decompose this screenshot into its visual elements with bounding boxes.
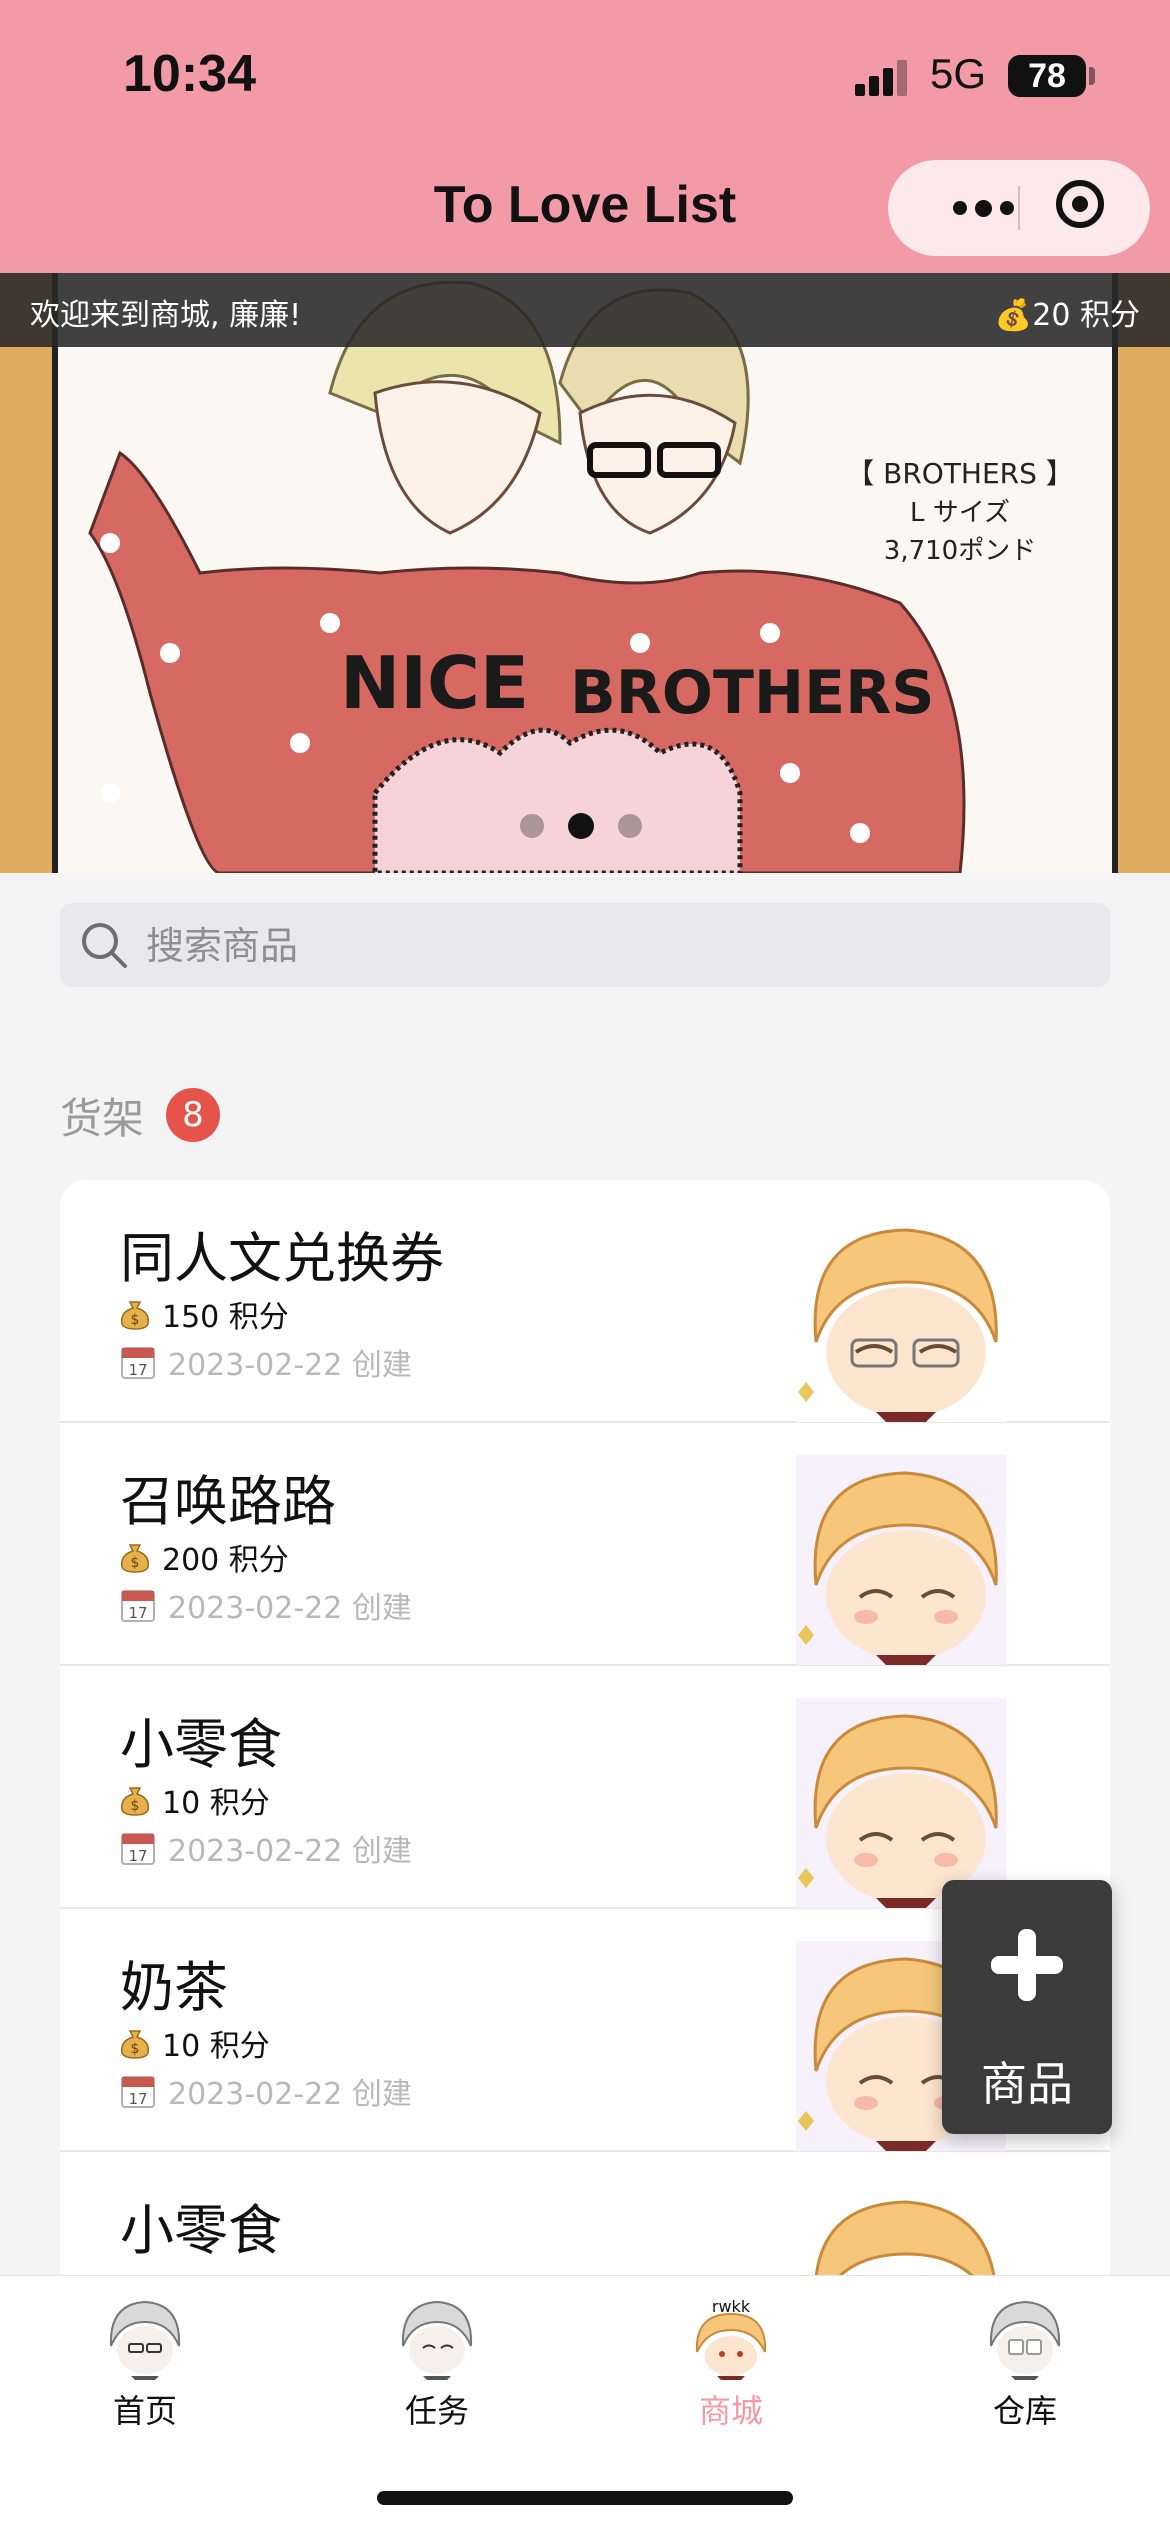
calendar-icon: 17 bbox=[121, 1590, 155, 1622]
carousel-indicator bbox=[520, 813, 642, 839]
product-name: 召唤路路 bbox=[120, 1470, 336, 1533]
banner-carousel[interactable]: NICE BROTHERS 【 BROTHERS 】 L サイズ 3,710ポン… bbox=[0, 273, 1170, 873]
shelf-count-badge: 8 bbox=[166, 1088, 220, 1142]
points-balance: 💰20 积分 bbox=[994, 298, 1140, 333]
tab-shop[interactable]: rwkk 商城 bbox=[646, 2296, 816, 2436]
add-product-button[interactable]: 商品 bbox=[942, 1880, 1112, 2134]
product-created: 17 2023-02-22 创建 bbox=[120, 1340, 412, 1384]
product-created: 17 2023-02-22 创建 bbox=[120, 1583, 412, 1627]
network-type: 5G bbox=[930, 50, 987, 97]
product-date: 2023-02-22 创建 bbox=[168, 1834, 412, 1869]
product-created: 17 2023-02-22 创建 bbox=[120, 2069, 412, 2113]
money-bag-icon: $ bbox=[120, 2030, 150, 2059]
product-name: 同人文兑换券 bbox=[120, 1227, 444, 1290]
plus-icon bbox=[991, 1929, 1063, 2001]
add-product-label: 商品 bbox=[981, 2057, 1073, 2111]
banner-text-nice: NICE bbox=[340, 641, 529, 725]
money-bag-icon: $ bbox=[120, 1787, 150, 1816]
miniprogram-capsule bbox=[888, 160, 1150, 256]
tab-tasks-label: 任务 bbox=[404, 2392, 469, 2430]
product-name: 小零食 bbox=[120, 2199, 282, 2262]
welcome-strip: 欢迎来到商城, 廉廉! 💰20 积分 bbox=[0, 273, 1170, 347]
search-icon bbox=[82, 923, 127, 968]
calendar-icon: 17 bbox=[121, 1347, 155, 1379]
svg-text:17: 17 bbox=[128, 1361, 147, 1379]
capsule-divider bbox=[1018, 186, 1020, 230]
product-item[interactable]: 召唤路路 $ 200 积分 17 2023-02-22 创建 bbox=[60, 1423, 1110, 1666]
battery-tip bbox=[1089, 67, 1095, 85]
carousel-dot[interactable] bbox=[618, 814, 642, 838]
tab-home-label: 首页 bbox=[112, 2392, 177, 2430]
banner-caption-2: L サイズ bbox=[910, 498, 1010, 528]
battery-icon: 78 bbox=[1008, 55, 1086, 97]
product-created: 17 2023-02-22 创建 bbox=[120, 1826, 412, 1870]
carousel-dot-active[interactable] bbox=[568, 813, 594, 839]
home-avatar-icon bbox=[109, 2300, 181, 2380]
calendar-icon: 17 bbox=[121, 2076, 155, 2108]
product-price: $ 10 积分 bbox=[120, 2021, 270, 2065]
product-item[interactable]: 小零食 $ 10 积分 17 2023-02-22 创建 bbox=[60, 1666, 1110, 1909]
product-thumbnail bbox=[796, 2184, 1006, 2280]
product-thumbnail bbox=[796, 1698, 1006, 1908]
signal-icon bbox=[855, 60, 907, 96]
shop-avatar-icon: rwkk bbox=[695, 2297, 767, 2380]
product-points: 150 积分 bbox=[162, 1300, 289, 1335]
product-name: 奶茶 bbox=[120, 1956, 228, 2019]
warehouse-avatar-icon bbox=[989, 2300, 1061, 2380]
svg-text:$: $ bbox=[131, 1555, 140, 1571]
svg-text:17: 17 bbox=[128, 2090, 147, 2108]
tab-home[interactable]: 首页 bbox=[60, 2296, 230, 2436]
banner-caption-3: 3,710ポンド bbox=[884, 536, 1036, 566]
svg-text:$: $ bbox=[131, 1312, 140, 1328]
product-points: 200 积分 bbox=[162, 1543, 289, 1578]
product-thumbnail bbox=[796, 1212, 1006, 1422]
product-points: 10 积分 bbox=[162, 2029, 270, 2064]
tab-shop-label: 商城 bbox=[698, 2392, 763, 2430]
svg-text:17: 17 bbox=[128, 1604, 147, 1622]
product-date: 2023-02-22 创建 bbox=[168, 2077, 412, 2112]
carousel-dot[interactable] bbox=[520, 814, 544, 838]
tab-bar: 首页 任务 rwkk 商城 仓库 bbox=[0, 2275, 1170, 2533]
svg-text:$: $ bbox=[131, 2041, 140, 2057]
money-bag-icon: $ bbox=[120, 1544, 150, 1573]
svg-text:$: $ bbox=[131, 1798, 140, 1814]
money-bag-icon: $ bbox=[120, 1301, 150, 1330]
shelf-title: 货架 bbox=[60, 1094, 145, 1143]
calendar-icon: 17 bbox=[121, 1833, 155, 1865]
product-item[interactable]: 小零食 bbox=[60, 2152, 1110, 2280]
tab-tasks[interactable]: 任务 bbox=[352, 2296, 522, 2436]
product-date: 2023-02-22 创建 bbox=[168, 1591, 412, 1626]
welcome-message: 欢迎来到商城, 廉廉! bbox=[30, 298, 302, 333]
product-thumbnail bbox=[796, 1455, 1006, 1665]
close-target-icon[interactable] bbox=[1056, 180, 1104, 228]
more-menu-button[interactable] bbox=[928, 160, 1038, 256]
task-avatar-icon bbox=[401, 2300, 473, 2380]
status-time: 10:34 bbox=[123, 45, 256, 103]
product-item[interactable]: 同人文兑换券 $ 150 积分 17 2023-02-22 创建 bbox=[60, 1180, 1110, 1423]
tab-warehouse-label: 仓库 bbox=[992, 2392, 1057, 2430]
product-price: $ 150 积分 bbox=[120, 1292, 289, 1336]
top-bar: 10:34 5G 78 To Love List bbox=[0, 0, 1170, 273]
product-points: 10 积分 bbox=[162, 1786, 270, 1821]
search-bar[interactable] bbox=[60, 903, 1110, 989]
banner-caption-1: 【 BROTHERS 】 bbox=[846, 457, 1074, 490]
tab-warehouse[interactable]: 仓库 bbox=[940, 2296, 1110, 2436]
product-price: $ 200 积分 bbox=[120, 1535, 289, 1579]
product-name: 小零食 bbox=[120, 1713, 282, 1776]
svg-text:17: 17 bbox=[128, 1847, 147, 1865]
home-indicator[interactable] bbox=[377, 2491, 793, 2505]
banner-artwork: NICE BROTHERS 【 BROTHERS 】 L サイズ 3,710ポン… bbox=[52, 273, 1118, 873]
search-input[interactable] bbox=[144, 903, 1088, 989]
product-date: 2023-02-22 创建 bbox=[168, 1348, 412, 1383]
product-price: $ 10 积分 bbox=[120, 1778, 270, 1822]
banner-text-brothers: BROTHERS bbox=[570, 658, 934, 728]
